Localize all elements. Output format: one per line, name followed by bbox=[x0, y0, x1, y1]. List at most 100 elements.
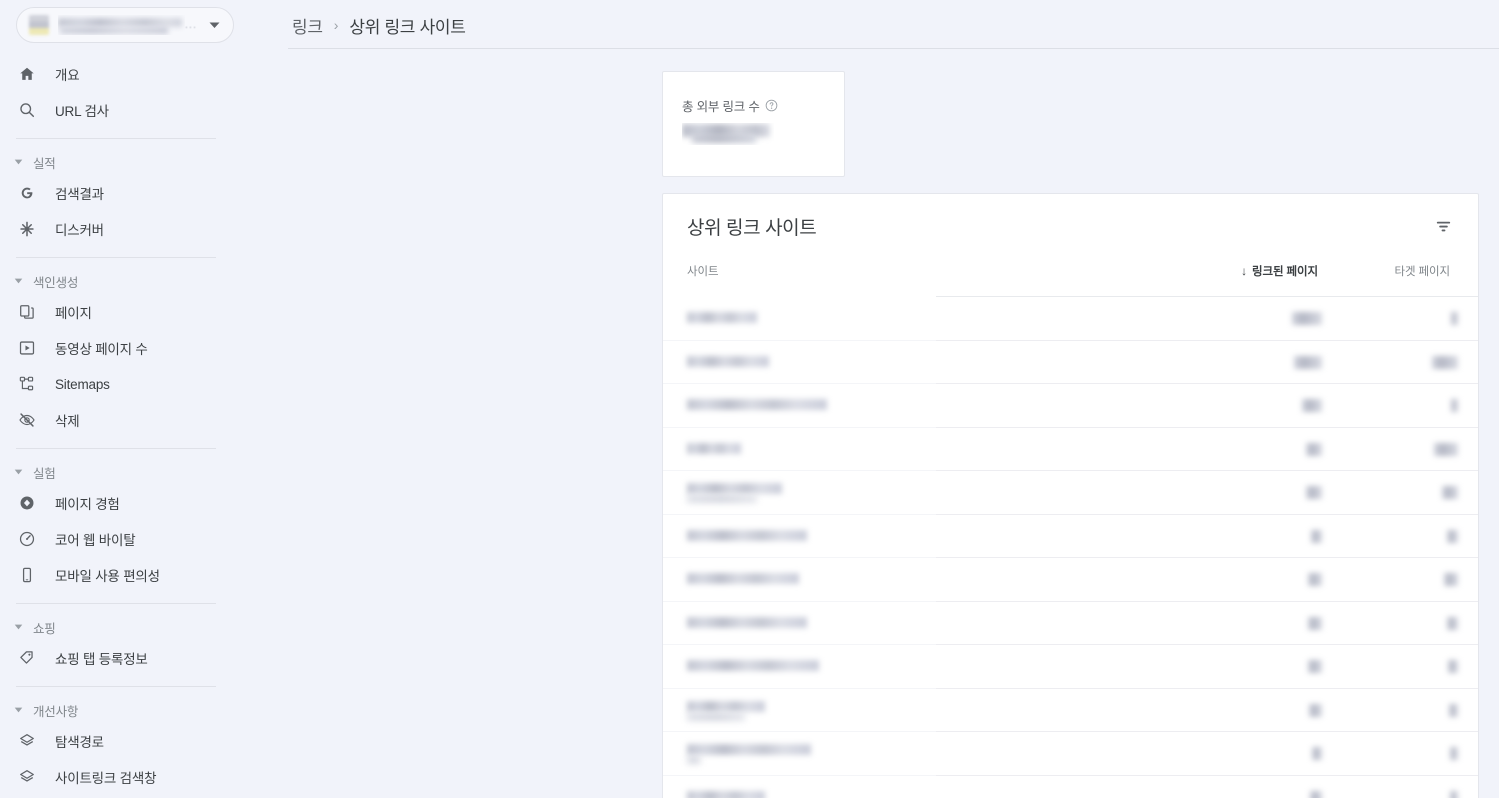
sidebar-group-3[interactable]: 실적 bbox=[0, 149, 270, 175]
pages-copy-icon bbox=[16, 301, 38, 323]
sidebar-item-11[interactable]: 삭제 bbox=[0, 402, 270, 438]
breadcrumb: 링크 › 상위 링크 사이트 bbox=[292, 11, 466, 39]
google-g-icon bbox=[16, 182, 38, 204]
sidebar-item-label: 탐색경로 bbox=[55, 735, 104, 750]
sidebar-group-18[interactable]: 쇼핑 bbox=[0, 614, 270, 640]
sidebar-nav: 개요 URL 검사실적검색결과디스커버색인생성페이지동영상 페이지 수 Sitema… bbox=[0, 56, 270, 795]
sidebar-item-label: 삭제 bbox=[55, 414, 80, 429]
sidebar-item-label: 쇼핑 탭 등록정보 bbox=[55, 652, 148, 667]
sidebar-item-label: Sitemaps bbox=[55, 376, 110, 392]
caret-down-icon bbox=[10, 464, 26, 480]
sidebar: ... 개요 URL 검사실적검색결과디스커버색인생성페이지동영상 페이지 수 Si… bbox=[0, 0, 270, 798]
sidebar-group-label: 개선사항 bbox=[33, 704, 79, 719]
table-body bbox=[663, 297, 1478, 798]
top-bar: 링크 › 상위 링크 사이트 bbox=[270, 0, 1499, 49]
table-row[interactable] bbox=[663, 341, 1478, 384]
total-external-links-label: 총 외부 링크 수 bbox=[682, 96, 778, 115]
sidebar-item-15[interactable]: 코어 웹 바이탈 bbox=[0, 521, 270, 557]
sidebar-item-0[interactable]: 개요 bbox=[0, 56, 270, 92]
sidebar-item-23[interactable]: 사이트링크 검색창 bbox=[0, 759, 270, 795]
column-header-linked-pages-label: 링크된 페이지 bbox=[1252, 266, 1318, 278]
table-row[interactable] bbox=[663, 689, 1478, 732]
table-row[interactable] bbox=[663, 602, 1478, 645]
breadcrumb-separator-icon: › bbox=[333, 17, 339, 33]
table-row[interactable] bbox=[663, 428, 1478, 471]
sidebar-item-4[interactable]: 검색결과 bbox=[0, 175, 270, 211]
core-web-vitals-gauge-icon bbox=[16, 528, 38, 550]
search-console-page: ... 개요 URL 검사실적검색결과디스커버색인생성페이지동영상 페이지 수 Si… bbox=[0, 0, 1499, 798]
sidebar-divider bbox=[16, 603, 216, 604]
property-selector[interactable]: ... bbox=[16, 7, 234, 43]
total-external-links-card: 총 외부 링크 수 bbox=[662, 71, 845, 177]
table-header-row: 사이트 ↓ 링크된 페이지 타겟 페이지 bbox=[663, 263, 1478, 296]
table-row[interactable] bbox=[663, 558, 1478, 602]
table-row[interactable] bbox=[663, 471, 1478, 515]
sidebar-item-label: URL 검사 bbox=[55, 104, 109, 119]
column-header-target-pages[interactable]: 타겟 페이지 bbox=[1395, 263, 1451, 279]
shopping-tag-icon bbox=[16, 647, 38, 669]
sidebar-item-8[interactable]: 페이지 bbox=[0, 294, 270, 330]
caret-down-icon bbox=[10, 273, 26, 289]
sidebar-item-22[interactable]: 탐색경로 bbox=[0, 723, 270, 759]
sitemap-tree-icon bbox=[16, 373, 38, 395]
sidebar-item-label: 디스커버 bbox=[55, 223, 104, 238]
sidebar-item-16[interactable]: 모바일 사용 편의성 bbox=[0, 557, 270, 593]
search-icon bbox=[16, 99, 38, 121]
video-pages-icon bbox=[16, 337, 38, 359]
top-linking-sites-table-card: 상위 링크 사이트 사이트 ↓ 링크된 페이지 타겟 페이지 bbox=[662, 193, 1479, 798]
breadcrumbs-layers-icon bbox=[16, 730, 38, 752]
property-ellipsis: ... bbox=[184, 19, 197, 31]
table-row[interactable] bbox=[663, 645, 1478, 689]
total-external-links-label-text: 총 외부 링크 수 bbox=[682, 100, 760, 114]
sidebar-item-14[interactable]: 페이지 경험 bbox=[0, 485, 270, 521]
sidebar-item-label: 페이지 bbox=[55, 306, 92, 321]
sort-descending-icon: ↓ bbox=[1241, 264, 1248, 278]
sidebar-group-7[interactable]: 색인생성 bbox=[0, 268, 270, 294]
sidebar-divider bbox=[16, 686, 216, 687]
sitelinks-searchbox-layers-icon bbox=[16, 766, 38, 788]
home-icon bbox=[16, 63, 38, 85]
property-domain-redacted bbox=[58, 15, 185, 35]
sidebar-group-label: 색인생성 bbox=[33, 275, 79, 290]
table-title: 상위 링크 사이트 bbox=[687, 218, 817, 239]
help-circle-icon[interactable] bbox=[765, 99, 778, 112]
sidebar-group-label: 쇼핑 bbox=[33, 621, 56, 636]
caret-down-icon bbox=[10, 619, 26, 635]
sidebar-group-21[interactable]: 개선사항 bbox=[0, 697, 270, 723]
filter-funnel-icon[interactable] bbox=[1428, 211, 1458, 241]
sidebar-item-1[interactable]: URL 검사 bbox=[0, 92, 270, 128]
sidebar-item-label: 코어 웹 바이탈 bbox=[55, 533, 136, 548]
sidebar-item-label: 개요 bbox=[55, 68, 80, 83]
sidebar-item-label: 사이트링크 검색창 bbox=[55, 771, 157, 786]
sidebar-group-label: 실험 bbox=[33, 466, 56, 481]
sidebar-divider bbox=[16, 138, 216, 139]
breadcrumb-parent-links[interactable]: 링크 bbox=[292, 13, 323, 38]
mobile-usability-icon bbox=[16, 564, 38, 586]
sidebar-item-10[interactable]: Sitemaps bbox=[0, 366, 270, 402]
total-external-links-value-redacted bbox=[682, 123, 774, 145]
sidebar-divider bbox=[16, 448, 216, 449]
sidebar-item-5[interactable]: 디스커버 bbox=[0, 211, 270, 247]
sidebar-item-label: 동영상 페이지 수 bbox=[55, 342, 148, 357]
page-experience-icon bbox=[16, 492, 38, 514]
table-row[interactable] bbox=[663, 515, 1478, 558]
sidebar-item-label: 검색결과 bbox=[55, 187, 104, 202]
table-row[interactable] bbox=[663, 384, 1478, 428]
chevron-down-icon[interactable] bbox=[201, 12, 227, 38]
table-row[interactable] bbox=[663, 732, 1478, 776]
discover-sparkle-icon bbox=[16, 218, 38, 240]
breadcrumb-current-top-linking-sites: 상위 링크 사이트 bbox=[349, 17, 466, 37]
sidebar-item-19[interactable]: 쇼핑 탭 등록정보 bbox=[0, 640, 270, 676]
table-row[interactable] bbox=[663, 776, 1478, 798]
caret-down-icon bbox=[10, 702, 26, 718]
sidebar-item-9[interactable]: 동영상 페이지 수 bbox=[0, 330, 270, 366]
sidebar-divider bbox=[16, 257, 216, 258]
table-row[interactable] bbox=[663, 297, 1478, 341]
top-bar-divider bbox=[288, 48, 1499, 49]
property-favicon-icon bbox=[29, 15, 49, 35]
column-header-site[interactable]: 사이트 bbox=[687, 263, 719, 279]
sidebar-group-13[interactable]: 실험 bbox=[0, 459, 270, 485]
column-header-linked-pages[interactable]: ↓ 링크된 페이지 bbox=[1241, 263, 1318, 279]
sidebar-item-label: 모바일 사용 편의성 bbox=[55, 569, 160, 584]
sidebar-item-label: 페이지 경험 bbox=[55, 497, 120, 512]
